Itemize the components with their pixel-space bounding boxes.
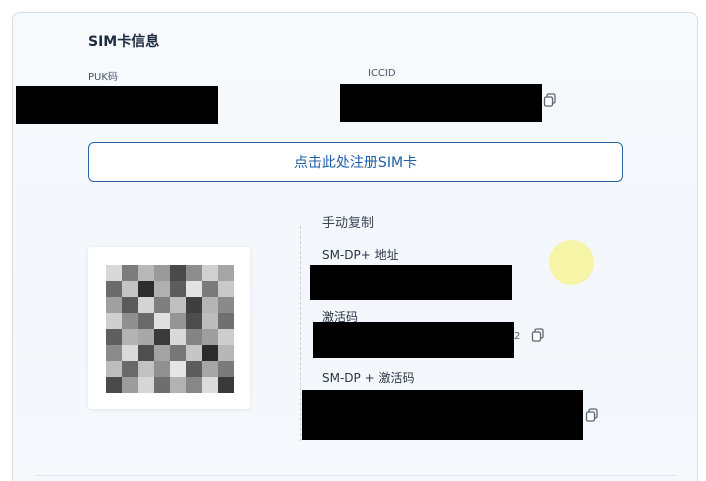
smdp-address-redacted <box>310 265 512 300</box>
activation-code-fragment: 2 <box>514 331 521 342</box>
puk-value-redacted <box>16 86 218 124</box>
copy-icon[interactable] <box>585 408 599 422</box>
register-sim-button[interactable]: 点击此处注册SIM卡 <box>88 142 623 182</box>
smdp-address-label: SM-DP+ 地址 <box>322 248 399 262</box>
smdp-activation-label: SM-DP + 激活码 <box>322 371 415 385</box>
qr-code-card <box>88 247 250 409</box>
page: SIM卡信息 PUK码 ICCID 点击此处注册SIM卡 手动复制 SM-DP+… <box>0 0 706 481</box>
copy-icon[interactable] <box>531 328 545 342</box>
copy-icon[interactable] <box>543 93 557 107</box>
vertical-divider <box>300 226 301 441</box>
iccid-label: ICCID <box>368 68 396 79</box>
section-title: SIM卡信息 <box>88 34 160 50</box>
smdp-activation-redacted <box>302 390 583 440</box>
iccid-value-redacted <box>340 84 542 122</box>
manual-copy-title: 手动复制 <box>322 216 375 231</box>
cursor-highlight <box>549 240 594 285</box>
bottom-divider <box>36 475 676 476</box>
activation-code-redacted <box>313 322 514 358</box>
qr-code <box>106 265 234 393</box>
puk-label: PUK码 <box>88 72 118 83</box>
